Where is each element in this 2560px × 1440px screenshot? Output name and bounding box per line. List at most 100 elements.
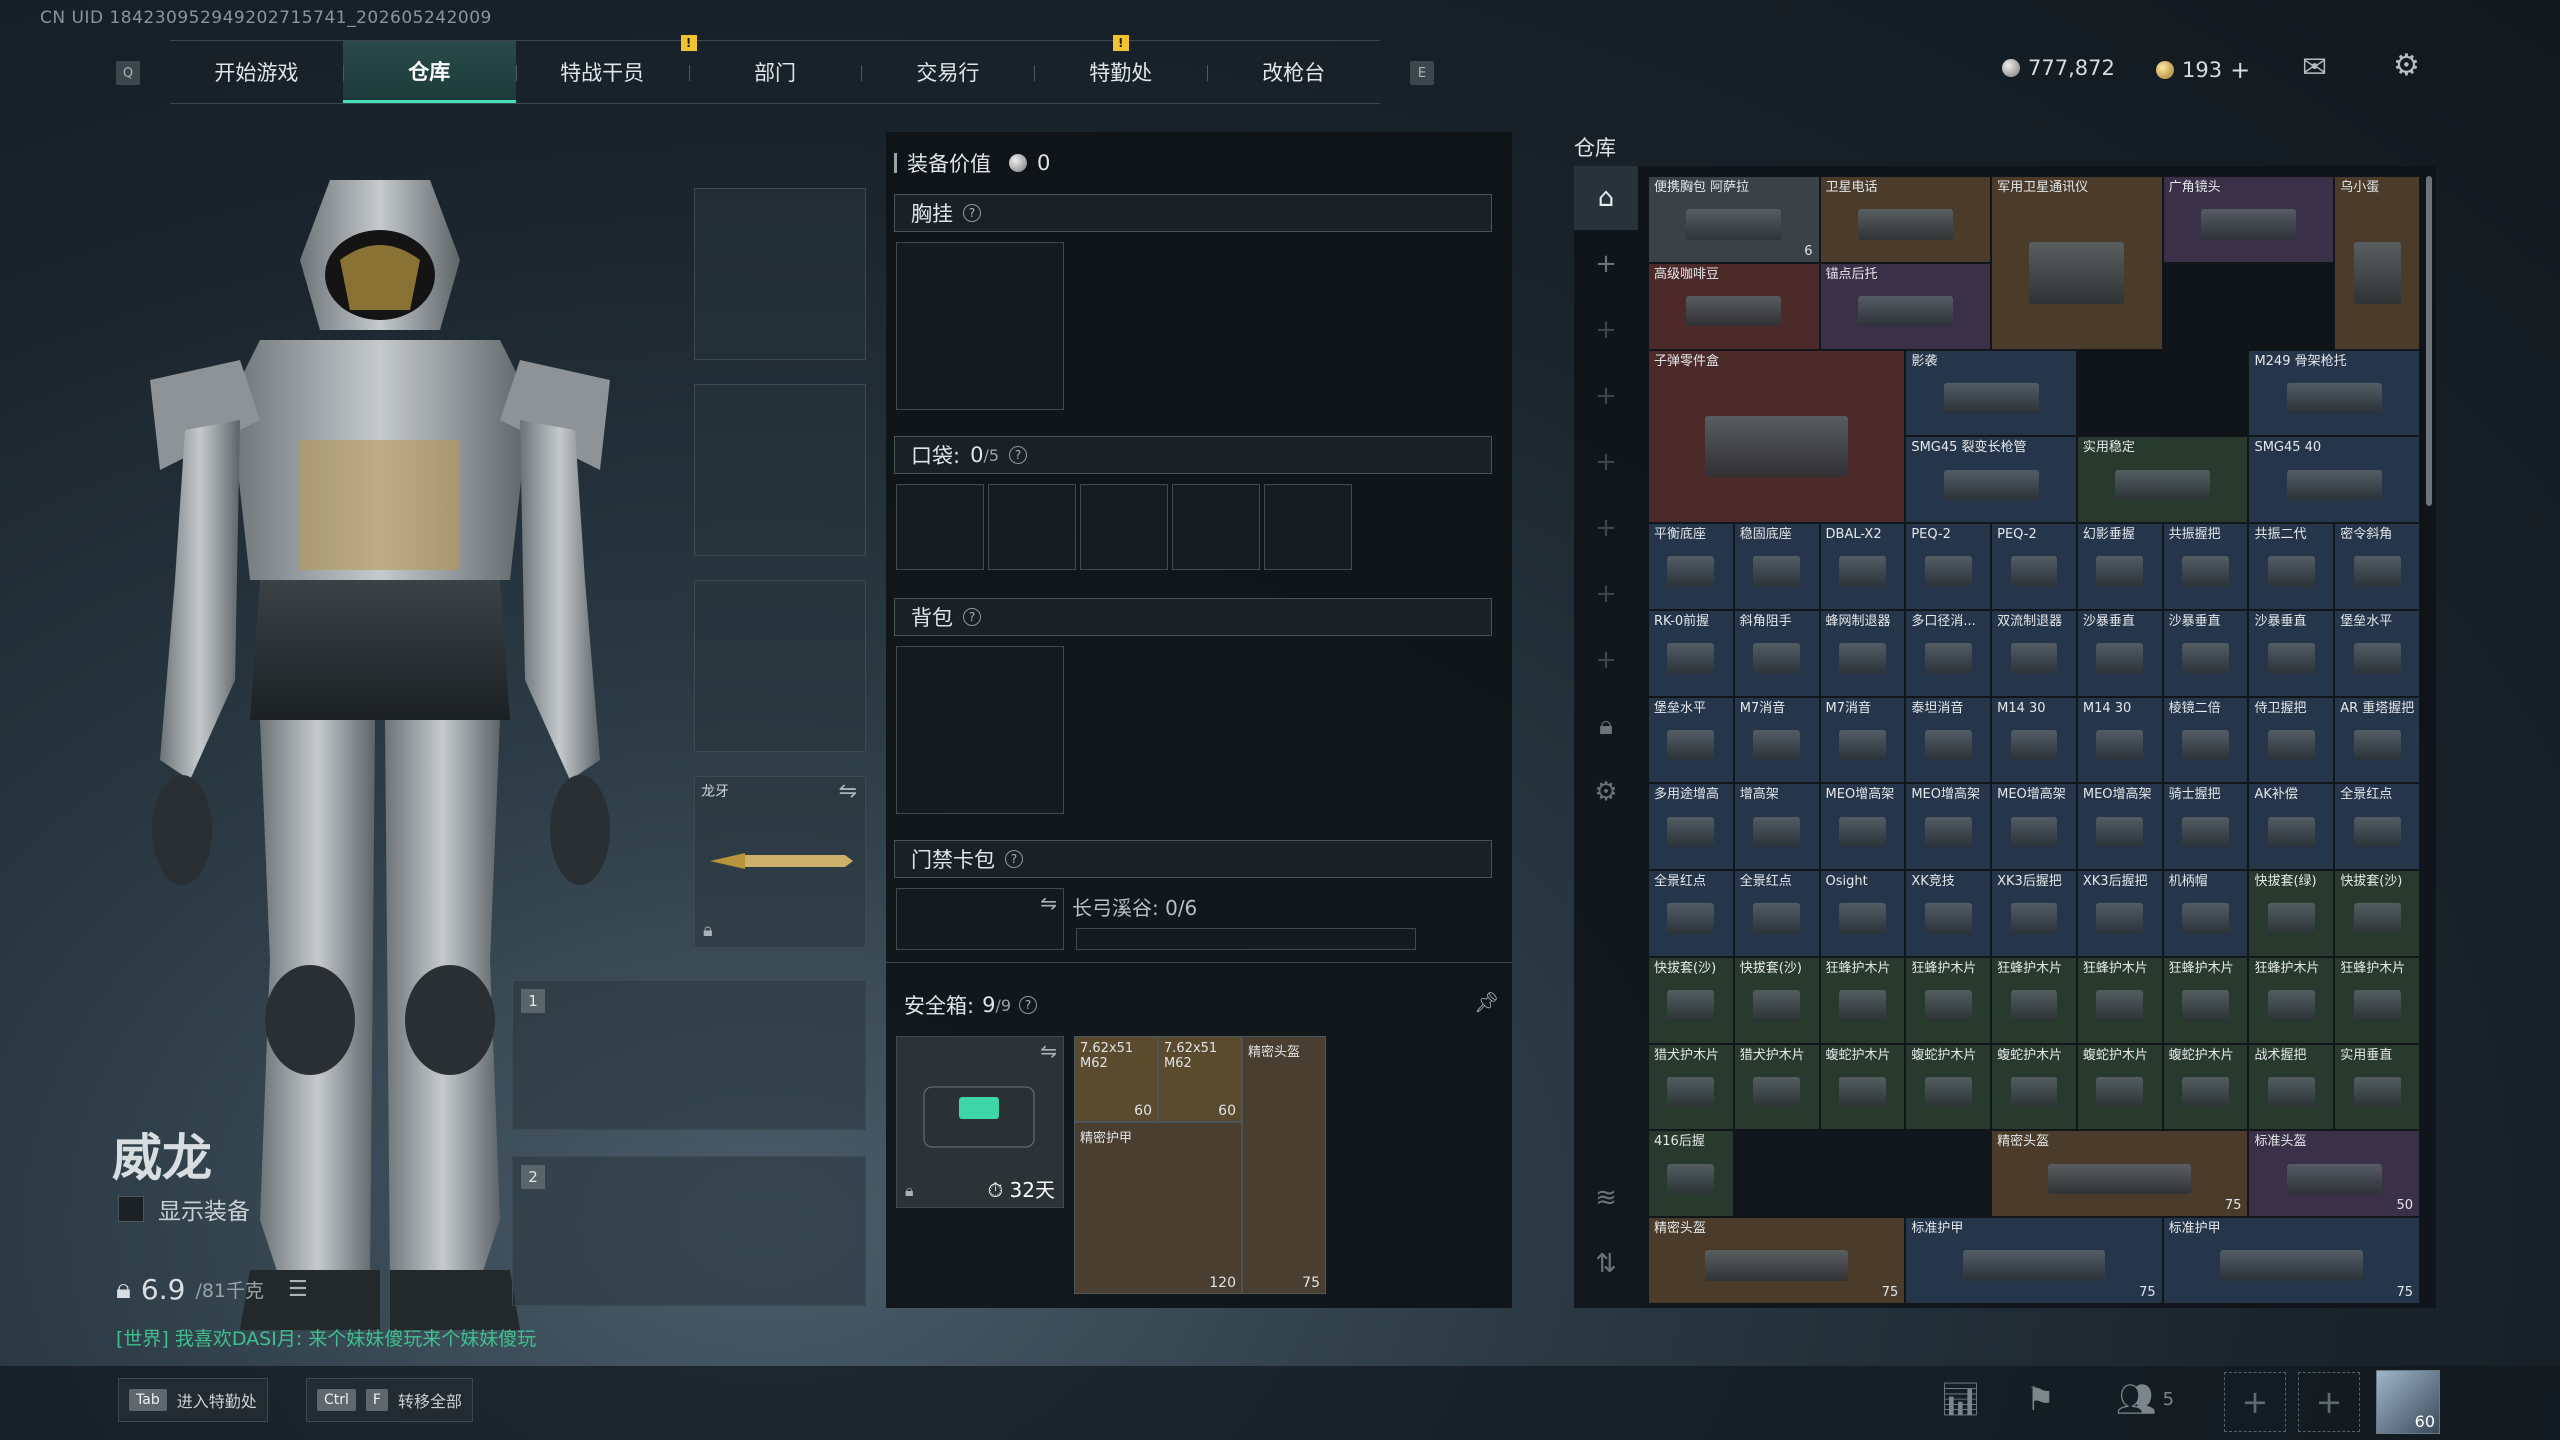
settings-gear-icon[interactable]: ⚙ <box>1574 760 1638 824</box>
inventory-item[interactable]: 多用途增高 <box>1648 783 1734 871</box>
inventory-item[interactable]: PEQ-2 <box>1905 523 1992 610</box>
help-icon[interactable]: ? <box>1019 996 1038 1014</box>
inventory-item[interactable]: 侍卫握把 <box>2248 696 2335 784</box>
show-equipment-checkbox[interactable] <box>118 1196 144 1222</box>
inventory-item[interactable]: 狂蜂护木片 <box>1905 956 1992 1044</box>
layers-icon[interactable]: ≋ <box>1574 1166 1638 1230</box>
help-icon[interactable]: ? <box>963 608 981 626</box>
invite-slot-button[interactable]: + <box>2224 1372 2286 1432</box>
inventory-item[interactable]: 乌小蛋 <box>2334 176 2420 350</box>
mail-icon[interactable]: ✉ <box>2302 50 2327 85</box>
inventory-item[interactable]: 蝮蛇护木片 <box>1819 1043 1906 1131</box>
inventory-item[interactable]: 快拔套(沙) <box>2334 870 2420 957</box>
transfer-all-button[interactable]: Ctrl F 转移全部 <box>306 1378 473 1422</box>
inventory-item[interactable]: 猎犬护木片 <box>1648 1043 1734 1131</box>
inventory-item[interactable]: 蜂网制退器 <box>1819 609 1906 697</box>
inventory-item[interactable]: XK3后握把 <box>1991 870 2077 957</box>
inventory-item[interactable]: 沙暴垂直 <box>2248 609 2335 697</box>
tab-special-ops[interactable]: 特勤处! <box>1034 35 1207 103</box>
inventory-item[interactable]: 实用垂直 <box>2334 1043 2420 1131</box>
inventory-item[interactable]: 幻影垂握 <box>2076 523 2163 610</box>
invite-slot-button[interactable]: + <box>2298 1372 2360 1432</box>
inventory-item[interactable]: MEO增高架 <box>1905 783 1992 871</box>
list-icon[interactable]: ☰ <box>288 1277 308 1302</box>
inventory-item[interactable]: 共振二代 <box>2248 523 2335 610</box>
inventory-item[interactable]: DBAL-X2 <box>1819 523 1906 610</box>
inventory-item[interactable]: 双流制退器 <box>1991 609 2077 697</box>
add-gold-button[interactable]: + <box>2230 56 2250 84</box>
tab-start-game[interactable]: 开始游戏 <box>170 41 343 103</box>
inventory-item[interactable]: 骑士握把 <box>2162 783 2249 871</box>
inventory-item[interactable]: 卫星电话 <box>1819 176 1992 263</box>
pocket-slot[interactable] <box>896 484 984 570</box>
safebox-item-helmet[interactable]: 精密头盔 75 <box>1242 1036 1326 1294</box>
pistol-slot[interactable] <box>694 580 866 752</box>
inventory-item[interactable]: MEO增高架 <box>2076 783 2163 871</box>
inventory-item[interactable]: 蝮蛇护木片 <box>2162 1043 2249 1131</box>
inventory-item[interactable]: 影袭 <box>1905 349 2077 437</box>
show-equipment-toggle[interactable]: 显示装备 <box>118 1192 250 1226</box>
tab-warehouse[interactable]: 仓库 <box>342 41 516 103</box>
add-page-icon[interactable]: + <box>1574 628 1638 692</box>
inventory-item[interactable]: 广角镜头 <box>2162 176 2335 263</box>
melee-slot[interactable]: 龙牙 ⇋ 🔒︎ <box>694 776 866 948</box>
inventory-item[interactable]: 狂蜂护木片 <box>1991 956 2077 1044</box>
backpack-slot[interactable] <box>896 646 1064 814</box>
safebox-item-ammo[interactable]: 7.62x51 M62 60 <box>1074 1036 1158 1122</box>
warehouse-home-icon[interactable]: ⌂ <box>1574 166 1638 230</box>
inventory-item[interactable]: 军用卫星通讯仪 <box>1991 176 2163 350</box>
safebox-item-armor[interactable]: 精密护甲 120 <box>1074 1122 1242 1294</box>
inventory-item[interactable]: 堡垒水平 <box>1648 696 1734 784</box>
inventory-item[interactable]: 猎犬护木片 <box>1733 1043 1820 1131</box>
inventory-item[interactable]: 共振握把 <box>2162 523 2249 610</box>
swap-icon[interactable]: ⇋ <box>1040 1039 1057 1063</box>
primary-weapon-slot[interactable]: 1 <box>512 980 866 1130</box>
flag-icon[interactable]: ⚑ <box>2026 1380 2055 1418</box>
inventory-item[interactable]: XK竞技 <box>1905 870 1992 957</box>
inventory-item[interactable]: 精密头盔 75 <box>1991 1130 2249 1218</box>
inventory-item[interactable]: 全景红点 <box>1733 870 1820 957</box>
inventory-item[interactable]: 快拔套(绿) <box>2248 870 2335 957</box>
inventory-item[interactable]: 狂蜂护木片 <box>2248 956 2335 1044</box>
inventory-item[interactable]: 子弹零件盒 <box>1648 349 1906 524</box>
pocket-slot[interactable] <box>1080 484 1168 570</box>
inventory-item[interactable]: 快拔套(沙) <box>1648 956 1734 1044</box>
inventory-item[interactable]: 全景红点 <box>2334 783 2420 871</box>
swap-icon[interactable]: ⇋ <box>839 779 857 804</box>
tab-operators[interactable]: 特战干员! <box>515 35 697 103</box>
inventory-item[interactable]: 密令斜角 <box>2334 523 2420 610</box>
inventory-item[interactable]: 沙暴垂直 <box>2162 609 2249 697</box>
inventory-item[interactable]: M249 骨架枪托 <box>2248 349 2420 437</box>
inventory-item[interactable]: M7消音 <box>1819 696 1906 784</box>
sort-icon[interactable]: ⇅ <box>1574 1232 1638 1296</box>
friends-icon[interactable]: 👥︎ 5 <box>2116 1380 2174 1418</box>
inventory-item[interactable]: 狂蜂护木片 <box>1819 956 1906 1044</box>
inventory-item[interactable]: 泰坦消音 <box>1905 696 1992 784</box>
inventory-item[interactable]: 全景红点 <box>1648 870 1734 957</box>
inventory-item[interactable]: AK补偿 <box>2248 783 2335 871</box>
inventory-item[interactable]: M14 30 <box>1991 696 2077 784</box>
add-page-icon[interactable]: + <box>1574 496 1638 560</box>
inventory-item[interactable]: 实用稳定 <box>2076 436 2249 524</box>
add-page-icon[interactable]: + <box>1574 430 1638 494</box>
inventory-item[interactable]: 战术握把 <box>2248 1043 2335 1131</box>
inventory-item[interactable]: MEO增高架 <box>1991 783 2077 871</box>
inventory-item[interactable]: MEO增高架 <box>1819 783 1906 871</box>
lock-icon[interactable]: 🔒︎ <box>1574 694 1638 758</box>
inventory-item[interactable]: 416后握 <box>1648 1130 1734 1218</box>
inventory-item[interactable]: AR 重塔握把 <box>2334 696 2420 784</box>
inventory-item[interactable]: 高级咖啡豆 <box>1648 262 1820 350</box>
inventory-item[interactable]: SMG45 40 <box>2248 436 2420 524</box>
warehouse-scrollbar[interactable] <box>2426 176 2432 506</box>
add-page-icon[interactable]: + <box>1574 232 1638 296</box>
settings-gear-icon[interactable]: ⚙ <box>2393 48 2420 83</box>
help-icon[interactable]: ? <box>1005 850 1023 868</box>
swap-icon[interactable]: ⇋ <box>1040 891 1057 915</box>
enter-special-ops-button[interactable]: Tab 进入特勤处 <box>118 1378 268 1422</box>
stats-chart-icon[interactable]: 📊︎ <box>1940 1380 1981 1418</box>
nav-left-key[interactable]: Q <box>116 61 140 85</box>
inventory-item[interactable]: 标准护甲 75 <box>1905 1217 2163 1304</box>
inventory-item[interactable]: 斜角阻手 <box>1733 609 1820 697</box>
add-page-icon[interactable]: + <box>1574 298 1638 362</box>
gold-currency[interactable]: 193 + <box>2156 56 2250 84</box>
